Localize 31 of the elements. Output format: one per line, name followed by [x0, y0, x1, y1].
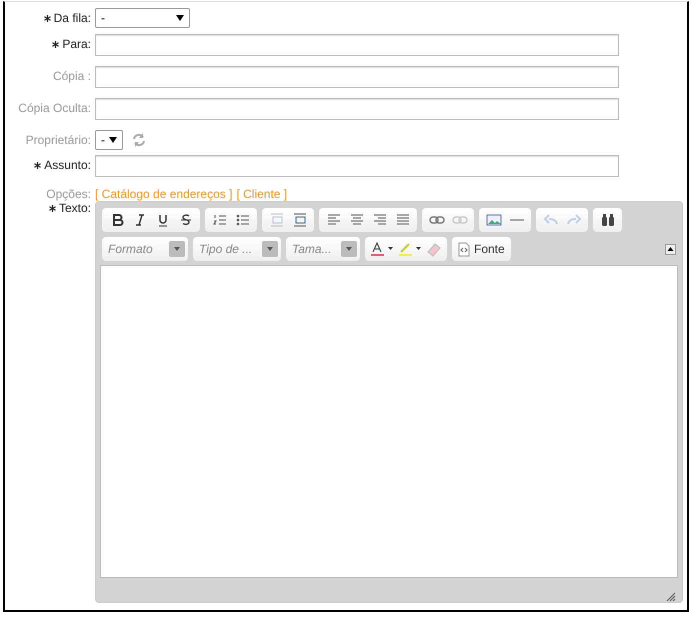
field-label: Cópia Oculta: [18, 101, 91, 115]
text-field[interactable] [95, 34, 619, 56]
refresh-icon[interactable] [131, 132, 147, 148]
text-field[interactable] [95, 98, 619, 120]
format-combo[interactable]: Tipo de ... [193, 237, 281, 261]
field-label: Proprietário: [26, 133, 91, 147]
field-label: Cópia : [52, 69, 91, 83]
field-label: Opções: [46, 187, 91, 201]
source-button[interactable]: Fonte [452, 237, 511, 261]
required-icon [34, 162, 42, 168]
required-icon [48, 204, 56, 212]
caret-icon [176, 15, 184, 21]
text-field[interactable] [95, 66, 619, 88]
caret-icon [109, 137, 117, 143]
option-link[interactable]: [ Cliente ] [236, 187, 288, 201]
owner-select[interactable]: - [95, 130, 123, 150]
collapse-icon[interactable] [665, 244, 676, 254]
required-icon [44, 14, 51, 22]
text-field[interactable] [95, 155, 619, 177]
format-combo[interactable]: Tama... [286, 237, 360, 261]
required-icon [52, 40, 60, 48]
field-label: Da fila: [54, 11, 91, 25]
resize-grip-icon[interactable] [664, 590, 676, 602]
field-label: Para: [62, 37, 91, 51]
text-color-icon[interactable] [370, 241, 394, 257]
field-label: Texto: [58, 201, 91, 215]
option-link[interactable]: [ Catálogo de endereços ] [95, 187, 232, 201]
document-icon [458, 242, 470, 256]
format-combo[interactable]: Formato [102, 237, 188, 261]
queue-select[interactable]: - [95, 8, 190, 28]
field-label: Assunto: [44, 158, 91, 172]
